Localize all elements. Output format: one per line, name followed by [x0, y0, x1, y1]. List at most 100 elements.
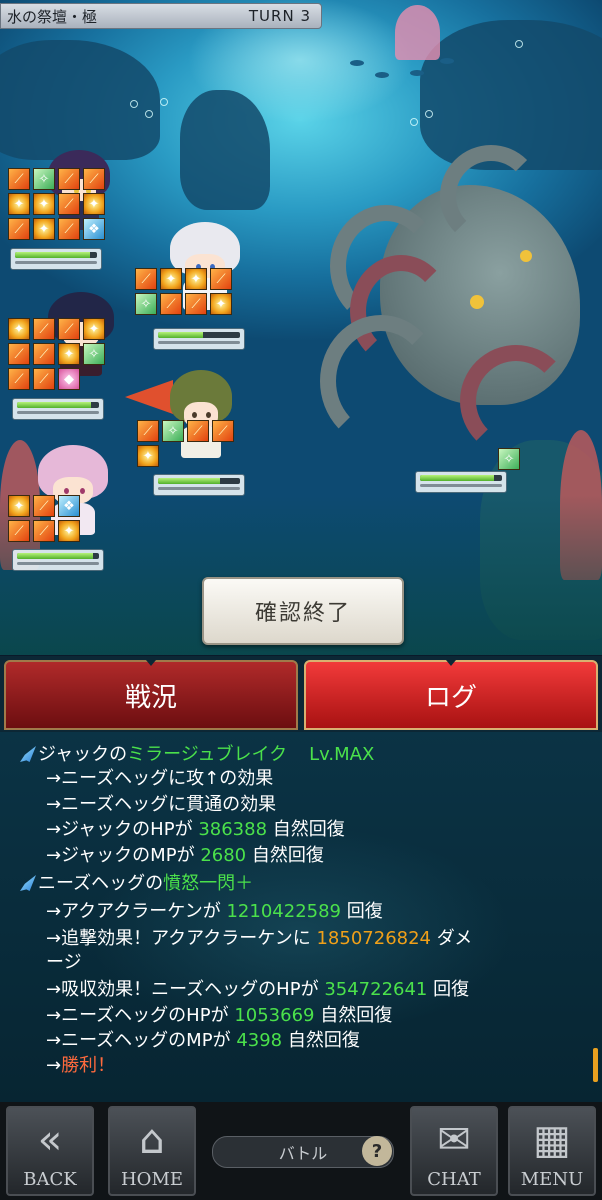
bubble	[410, 118, 418, 126]
green-skill-icon: ✧	[162, 420, 184, 442]
boss-eye	[520, 250, 532, 262]
fire-skill-icon: ⟋	[8, 520, 30, 542]
log-line: →ニーズヘッグのMPが 4398 自然回復	[46, 1030, 360, 1051]
battle-log[interactable]: ジャックのミラージュブレイク Lv.MAX →ニーズヘッグに攻↑の効果 →ニーズヘ…	[0, 732, 602, 1102]
star-skill-icon: ✦	[210, 293, 232, 315]
fire-skill-icon: ⟋	[8, 168, 30, 190]
chat-bubble-icon: ✉	[437, 1117, 471, 1163]
coral	[395, 5, 440, 60]
grid-icon: ▦	[533, 1117, 571, 1163]
back-button[interactable]: « BACK	[6, 1106, 94, 1196]
fire-skill-icon: ⟋	[83, 168, 105, 190]
battle-tabs: 戦況 ログ	[0, 656, 602, 732]
blue-skill-icon: ❖	[83, 218, 105, 240]
chat-button[interactable]: ✉ CHAT	[410, 1106, 498, 1196]
bubble	[130, 100, 138, 108]
bubble	[515, 40, 523, 48]
fire-skill-icon: ⟋	[58, 318, 80, 340]
boss-buff-icon: ✧	[498, 448, 520, 470]
stage-name: 水の祭壇・極	[7, 7, 98, 26]
blue-skill-icon: ❖	[58, 495, 80, 517]
party-unit-3[interactable]: ✦ ⟋ ❖ ⟋ ⟋ ✦	[8, 445, 123, 575]
fire-skill-icon: ⟋	[135, 268, 157, 290]
tab-log-label: ログ	[424, 682, 477, 713]
fish	[440, 58, 454, 64]
skill-icons: ⟋ ✧ ⟋ ⟋ ✦	[137, 420, 234, 467]
log-line: →ジャックのHPが 386388 自然回復	[46, 819, 345, 840]
fish	[375, 72, 389, 78]
menu-button[interactable]: ▦ MENU	[508, 1106, 596, 1196]
log-line: ージ	[46, 952, 82, 973]
star-skill-icon: ✦	[58, 343, 80, 365]
fire-skill-icon: ⟋	[187, 420, 209, 442]
fire-skill-icon: ⟋	[8, 368, 30, 390]
fire-skill-icon: ⟋	[212, 420, 234, 442]
double-chevron-left-icon: «	[37, 1117, 63, 1163]
log-line: →ニーズヘッグのHPが 1053669 自然回復	[46, 1005, 393, 1026]
help-button[interactable]: ?	[362, 1136, 392, 1166]
star-skill-icon: ✦	[8, 318, 30, 340]
party-unit-2[interactable]: ✦ ⟋ ⟋ ✦ ⟋ ⟋ ✦ ✧ ⟋ ⟋ ◆	[8, 290, 123, 430]
pink-skill-icon: ◆	[58, 368, 80, 390]
flag-icon	[125, 380, 173, 414]
home-button[interactable]: ⌂ HOME	[108, 1106, 196, 1196]
log-line-victory: →勝利！	[46, 1055, 116, 1076]
star-skill-icon: ✦	[137, 445, 159, 467]
fire-skill-icon: ⟋	[33, 343, 55, 365]
fire-skill-icon: ⟋	[160, 293, 182, 315]
log-line-skill: ニーズヘッグの憤怒一閃＋	[20, 873, 253, 895]
log-line: →アクアクラーケンが 1210422589 回復	[46, 901, 383, 922]
unit-hp-bar	[153, 474, 245, 496]
fire-skill-icon: ⟋	[33, 318, 55, 340]
fire-skill-icon: ⟋	[137, 420, 159, 442]
green-skill-icon: ✧	[33, 168, 55, 190]
fish	[350, 60, 364, 66]
star-skill-icon: ✦	[83, 193, 105, 215]
star-skill-icon: ✦	[8, 495, 30, 517]
fire-skill-icon: ⟋	[33, 520, 55, 542]
fish	[410, 70, 424, 76]
log-line: →ジャックのMPが 2680 自然回復	[46, 845, 324, 866]
fire-skill-icon: ⟋	[185, 293, 207, 315]
star-skill-icon: ✦	[33, 218, 55, 240]
star-skill-icon: ✦	[33, 193, 55, 215]
bubble	[425, 110, 433, 118]
tab-log[interactable]: ログ	[304, 660, 598, 730]
star-skill-icon: ✦	[83, 318, 105, 340]
log-line: →吸収効果！ニーズヘッグのHPが 354722641 回復	[46, 979, 470, 1000]
skill-icons: ⟋ ✧ ⟋ ⟋ ✦ ✦ ⟋ ✦ ⟋ ✦ ⟋ ❖	[8, 168, 105, 240]
home-icon: ⌂	[139, 1117, 165, 1163]
star-skill-icon: ✦	[8, 193, 30, 215]
stage-header: 水の祭壇・極 TURN 3	[0, 3, 322, 29]
party-unit-5[interactable]: ⟋ ✧ ⟋ ⟋ ✦	[125, 370, 250, 510]
tab-status[interactable]: 戦況	[4, 660, 298, 730]
feather-icon	[20, 746, 36, 762]
fire-skill-icon: ⟋	[58, 218, 80, 240]
star-skill-icon: ✦	[58, 520, 80, 542]
fire-skill-icon: ⟋	[8, 218, 30, 240]
unit-hp-bar	[12, 398, 104, 420]
fire-skill-icon: ⟋	[210, 268, 232, 290]
skill-icons: ✦ ⟋ ⟋ ✦ ⟋ ⟋ ✦ ✧ ⟋ ⟋ ◆	[8, 318, 105, 390]
boss-kraken[interactable]: ✧	[320, 145, 600, 493]
unit-hp-bar	[10, 248, 102, 270]
confirm-end-button[interactable]: 確認終了	[202, 577, 404, 645]
fire-skill-icon: ⟋	[58, 193, 80, 215]
star-skill-icon: ✦	[185, 268, 207, 290]
seafloor-rock	[180, 90, 270, 210]
fire-skill-icon: ⟋	[8, 343, 30, 365]
log-line-skill: ジャックのミラージュブレイク Lv.MAX	[20, 744, 374, 766]
skill-icons: ✦ ⟋ ❖ ⟋ ⟋ ✦	[8, 495, 80, 542]
unit-hp-bar	[153, 328, 245, 350]
fire-skill-icon: ⟋	[33, 368, 55, 390]
party-unit-4[interactable]: ⟋ ✦ ✦ ⟋ ✧ ⟋ ⟋ ✦	[135, 222, 250, 357]
fire-skill-icon: ⟋	[33, 495, 55, 517]
party-unit-1[interactable]: ⟋ ✧ ⟋ ⟋ ✦ ✦ ⟋ ✦ ⟋ ✦ ⟋ ❖	[8, 150, 123, 275]
boss-hp-bar	[415, 471, 507, 493]
log-line: →ニーズヘッグに攻↑の効果	[46, 768, 274, 789]
feather-icon	[20, 875, 36, 891]
skill-icons: ⟋ ✦ ✦ ⟋ ✧ ⟋ ⟋ ✦	[135, 268, 232, 315]
bubble	[145, 110, 153, 118]
log-scrollbar[interactable]	[593, 1048, 598, 1082]
green-skill-icon: ✧	[83, 343, 105, 365]
